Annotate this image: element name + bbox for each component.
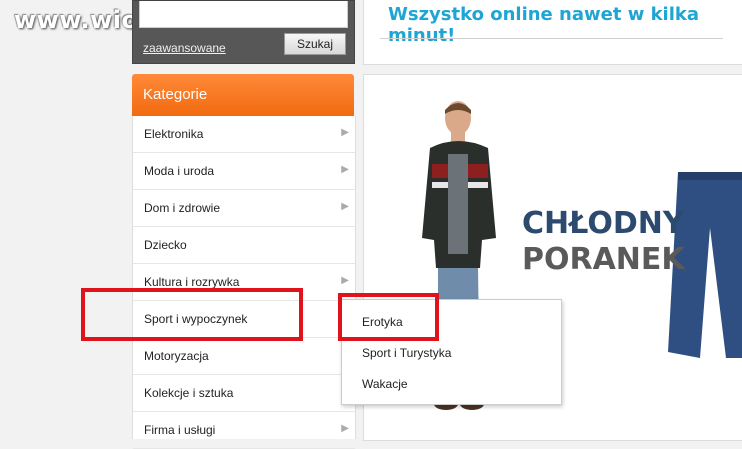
hero-slogan: CHŁODNY PORANEK [522,206,685,278]
category-label: Kolekcje i sztuka [144,386,234,400]
category-label: Dom i zdrowie [144,201,221,215]
highlight-box-erotyka [338,293,439,341]
category-item-dziecko[interactable]: Dziecko [133,227,355,264]
submenu-item-wakacje[interactable]: Wakacje [362,377,408,391]
divider [380,38,723,39]
chevron-right-icon: ▶ [341,164,349,175]
category-label: Elektronika [144,127,204,141]
category-label: Moda i uroda [144,164,215,178]
search-button[interactable]: Szukaj [284,33,346,55]
chevron-right-icon: ▶ [341,201,349,212]
categories-header: Kategorie [132,74,354,116]
category-item-kolekcje[interactable]: Kolekcje i sztuka ▶ [133,375,355,412]
slogan-line-1: CHŁODNY [522,206,685,241]
category-label: Firma i usługi [144,423,216,437]
category-item-moda[interactable]: Moda i uroda ▶ [133,153,355,190]
search-input[interactable] [139,1,348,28]
category-item-elektronika[interactable]: Elektronika ▶ [133,116,355,153]
chevron-right-icon: ▶ [341,275,349,286]
chevron-right-icon: ▶ [341,423,349,434]
submenu-item-sport-turystyka[interactable]: Sport i Turystyka [362,346,451,360]
advanced-search-link[interactable]: zaawansowane [143,41,226,55]
category-item-motoryzacja[interactable]: Motoryzacja [133,338,355,375]
category-item-dom[interactable]: Dom i zdrowie ▶ [133,190,355,227]
category-label: Dziecko [144,238,187,252]
category-label: Kultura i rozrywka [144,275,240,289]
search-panel: zaawansowane Szukaj [132,0,355,64]
slogan-line-2: PORANEK [522,242,685,277]
category-label: Motoryzacja [144,349,209,363]
categories-title: Kategorie [143,86,208,103]
promo-banner[interactable]: Wszystko online nawet w kilka minut! [363,0,742,65]
promo-text: Wszystko online nawet w kilka minut! [388,4,700,46]
category-item-firma[interactable]: Firma i usługi ▶ [133,412,355,449]
category-list: Elektronika ▶ Moda i uroda ▶ Dom i zdrow… [132,116,356,449]
chevron-right-icon: ▶ [341,127,349,138]
highlight-box-sport [81,288,303,341]
